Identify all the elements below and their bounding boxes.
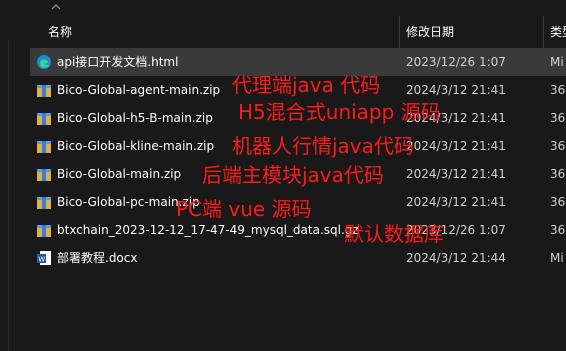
column-divider[interactable] bbox=[399, 16, 400, 48]
file-row-content[interactable]: api接口开发文档.html 2023/12/26 1:07 Mi bbox=[0, 48, 566, 76]
file-name: Bico-Global-main.zip bbox=[57, 167, 182, 181]
file-type: 360 bbox=[550, 83, 566, 97]
column-type-header[interactable]: 类型 bbox=[550, 16, 566, 48]
chevron-up-icon[interactable] bbox=[48, 0, 64, 14]
annotation-default-database: 默认数据库 bbox=[344, 222, 444, 246]
word-doc-icon: W bbox=[37, 251, 51, 265]
file-date: 2024/3/12 21:41 bbox=[406, 195, 506, 209]
column-header-bar: 名称 修改日期 类型 bbox=[0, 0, 566, 48]
file-type: 360 bbox=[550, 167, 566, 181]
annotation-robot-market-java: 机器人行情java代码 bbox=[232, 134, 414, 158]
file-date: 2024/3/12 21:44 bbox=[406, 251, 506, 265]
zip-archive-icon bbox=[37, 141, 51, 153]
file-type: Mi bbox=[550, 55, 564, 69]
file-type: Mi bbox=[550, 251, 564, 265]
file-name: 部署教程.docx bbox=[57, 251, 138, 265]
zip-archive-icon bbox=[37, 85, 51, 97]
annotation-pc-vue: PC端 vue 源码 bbox=[176, 197, 312, 221]
annotation-h5-uniapp: H5混合式uniapp 源码 bbox=[238, 100, 441, 124]
column-date-header[interactable]: 修改日期 bbox=[406, 16, 454, 48]
zip-archive-icon bbox=[37, 169, 51, 181]
annotation-agent-java: 代理端java 代码 bbox=[232, 73, 381, 97]
file-name: api接口开发文档.html bbox=[57, 55, 179, 69]
annotation-backend-main-java: 后端主模块java代码 bbox=[202, 163, 384, 187]
file-date: 2023/12/26 1:07 bbox=[406, 55, 506, 69]
file-name: Bico-Global-kline-main.zip bbox=[57, 139, 215, 153]
file-type: 360 bbox=[550, 139, 566, 153]
file-type: 360 bbox=[550, 111, 566, 125]
edge-html-icon bbox=[37, 55, 51, 69]
file-row[interactable]: W 部署教程.docx 2024/3/12 21:44 Mi bbox=[0, 244, 566, 272]
column-divider[interactable] bbox=[543, 16, 544, 48]
zip-archive-icon bbox=[37, 113, 51, 125]
file-type: 360 bbox=[550, 223, 566, 237]
file-type: 360 bbox=[550, 195, 566, 209]
file-name: Bico-Global-agent-main.zip bbox=[57, 83, 221, 97]
svg-text:W: W bbox=[38, 256, 45, 264]
column-name-header[interactable]: 名称 bbox=[48, 16, 72, 48]
zip-archive-icon bbox=[37, 197, 51, 209]
file-date: 2024/3/12 21:41 bbox=[406, 167, 506, 181]
file-name: Bico-Global-h5-B-main.zip bbox=[57, 111, 213, 125]
zip-archive-icon bbox=[37, 225, 51, 237]
file-date: 2024/3/12 21:41 bbox=[406, 139, 506, 153]
